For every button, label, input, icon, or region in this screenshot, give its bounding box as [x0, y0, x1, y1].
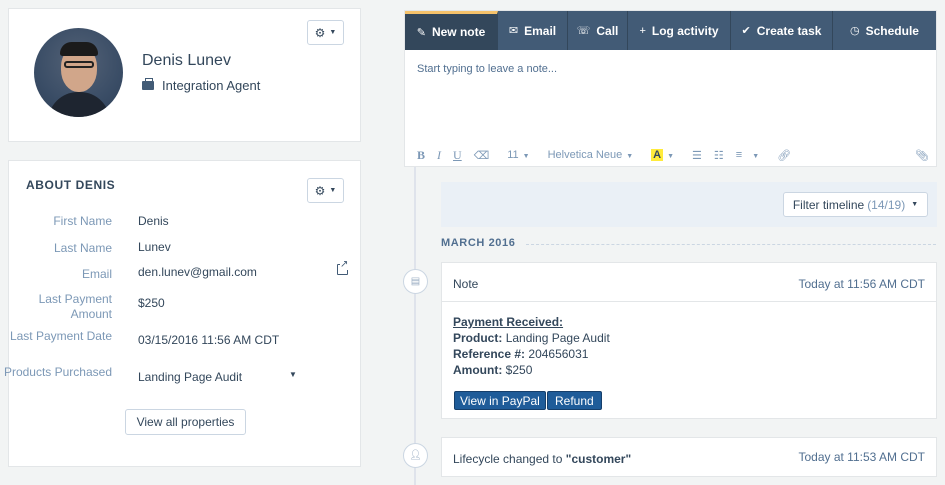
gear-icon: ⚙ [314, 25, 326, 40]
tab-email[interactable]: ✉ Email [498, 11, 568, 50]
filter-timeline-button[interactable]: Filter timeline (14/19) ▼ [783, 192, 928, 217]
tab-create-task[interactable]: ✔ Create task [731, 11, 833, 50]
property-value[interactable]: den.lunev@gmail.com [138, 265, 257, 279]
underline-button[interactable]: U [453, 148, 462, 163]
divider [526, 244, 936, 245]
tab-log-activity[interactable]: + Log activity [628, 11, 731, 50]
pencil-icon: ✎ [416, 26, 426, 39]
italic-button[interactable]: I [437, 148, 441, 163]
note-input[interactable]: Start typing to leave a note... [417, 63, 557, 75]
property-value[interactable]: $250 [138, 296, 165, 310]
envelope-icon: ✉ [508, 25, 519, 37]
align-button[interactable]: ≡ ▼ [736, 149, 759, 161]
lifecycle-text: Lifecycle changed to "customer" [453, 452, 632, 466]
timestamp: Today at 11:53 AM CDT [798, 450, 925, 464]
tab-call[interactable]: ☏ Call [568, 11, 628, 50]
clock-icon: ◷ [850, 25, 860, 37]
note-heading: Payment Received: [453, 315, 564, 329]
products-select[interactable]: Landing Page Audit [138, 370, 242, 384]
contact-role: Integration Agent [142, 78, 260, 93]
activity-type: Note [453, 277, 479, 291]
user-icon: 👤︎ [403, 443, 428, 468]
job-title: Integration Agent [162, 78, 261, 93]
property-label: Products Purchased [3, 365, 112, 379]
font-family-select[interactable]: Helvetica Neue ▼ [548, 149, 634, 161]
bullet-list-icon[interactable]: ☰ [692, 149, 702, 162]
view-in-paypal-button[interactable]: View in PayPal [454, 391, 546, 410]
property-label: Last Name [53, 241, 112, 255]
avatar [34, 28, 123, 117]
property-value[interactable]: Lunev [138, 240, 171, 254]
contact-name: Denis Lunev [142, 52, 231, 69]
profile-card: Denis Lunev Integration Agent ⚙ ▼ [8, 8, 361, 142]
chevron-down-icon: ▼ [626, 153, 634, 160]
section-title: ABOUT DENIS [26, 178, 116, 192]
note-icon: ▤ [403, 269, 428, 294]
chevron-down-icon: ▼ [329, 187, 337, 194]
timeline-line [414, 166, 416, 485]
eraser-icon[interactable]: ⌫ [474, 149, 490, 162]
refund-button[interactable]: Refund [547, 391, 602, 410]
chevron-down-icon[interactable]: ▼ [289, 370, 297, 379]
composer-tabs: ✎ New note ✉ Email ☏ Call + Log activity ✔ Cr… [405, 11, 936, 50]
property-label: Last Payment Date [9, 329, 112, 343]
about-settings-button[interactable]: ⚙ ▼ [307, 178, 344, 203]
editor-toolbar: B I U ⌫ 11 ▼ Helvetica Neue ▼ A ▼ ☰ ☷ ≡ ▼ 🔗︎… [417, 147, 929, 163]
tab-schedule[interactable]: ◷ Schedule [833, 11, 936, 50]
font-size-select[interactable]: 11 ▼ [507, 149, 529, 161]
highlight-icon: A [651, 149, 664, 161]
activity-composer: ✎ New note ✉ Email ☏ Call + Log activity ✔ Cr… [404, 10, 937, 167]
tab-new-note[interactable]: ✎ New note [405, 11, 498, 50]
note-body: Payment Received: Product: Landing Page … [453, 315, 610, 377]
highlight-color-button[interactable]: A ▼ [651, 149, 674, 161]
property-label: Last Payment Amount [38, 292, 112, 321]
month-label: MARCH 2016 [441, 237, 516, 249]
chevron-down-icon: ▼ [911, 201, 919, 208]
note-timeline-item: Note Today at 11:56 AM CDT Payment Recei… [441, 262, 937, 419]
attachment-icon[interactable]: 📎︎ [915, 149, 929, 162]
chevron-down-icon: ▼ [667, 153, 675, 160]
note-header[interactable]: Note Today at 11:56 AM CDT [442, 263, 936, 302]
property-value[interactable]: Denis [138, 214, 169, 228]
property-label: First Name [53, 214, 112, 228]
numbered-list-icon[interactable]: ☷ [714, 149, 724, 162]
phone-icon: ☏ [576, 25, 591, 37]
align-left-icon: ≡ [735, 149, 743, 161]
about-card: ABOUT DENIS ⚙ ▼ First Name Denis Last Nam… [4, 160, 361, 467]
lifecycle-timeline-item: Lifecycle changed to "customer" Today at… [441, 437, 937, 477]
gear-icon: ⚙ [314, 183, 326, 198]
briefcase-icon [142, 78, 154, 90]
chevron-down-icon: ▼ [329, 29, 337, 36]
bold-button[interactable]: B [417, 148, 425, 163]
check-circle-icon: ✔ [741, 25, 751, 37]
link-icon[interactable]: 🔗︎ [777, 149, 791, 162]
profile-settings-button[interactable]: ⚙ ▼ [307, 20, 344, 45]
timestamp: Today at 11:56 AM CDT [798, 277, 925, 291]
external-link-icon[interactable] [337, 259, 349, 275]
chevron-down-icon: ▼ [752, 153, 760, 160]
plus-icon: + [639, 24, 646, 37]
property-label: Email [81, 267, 112, 281]
chevron-down-icon: ▼ [522, 153, 530, 160]
property-value[interactable]: 03/15/2016 11:56 AM CDT [138, 333, 279, 347]
view-all-properties-button[interactable]: View all properties [125, 409, 246, 435]
